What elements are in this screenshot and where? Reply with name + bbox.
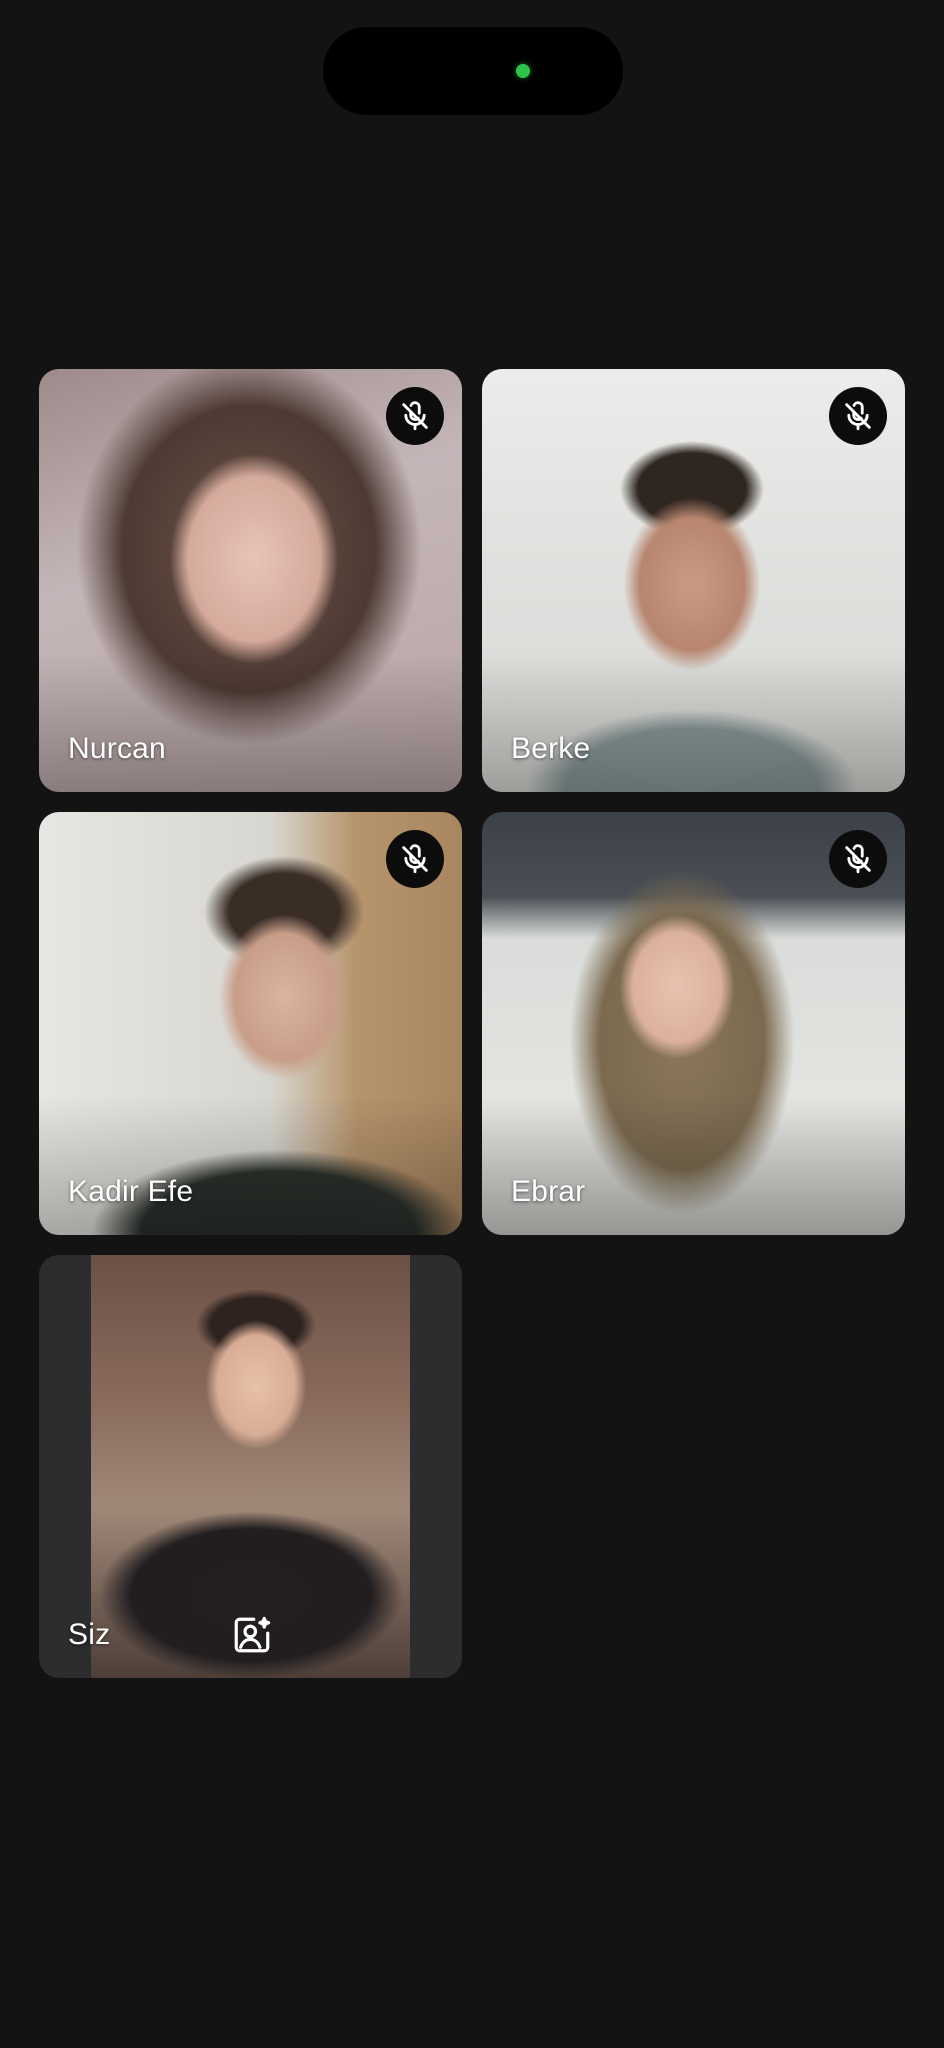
mic-off-icon bbox=[829, 387, 887, 445]
camera-indicator-dot bbox=[516, 64, 530, 78]
dynamic-island bbox=[323, 27, 623, 115]
participant-name: Kadir Efe bbox=[68, 1175, 194, 1208]
mic-off-icon bbox=[829, 830, 887, 888]
participant-tile-ebrar[interactable]: Ebrar bbox=[482, 812, 905, 1235]
mic-off-icon bbox=[386, 830, 444, 888]
portrait-effects-icon[interactable] bbox=[231, 1614, 273, 1656]
participant-tile-kadir-efe[interactable]: Kadir Efe bbox=[39, 812, 462, 1235]
self-view-tile[interactable]: Siz bbox=[39, 1255, 462, 1678]
participant-name: Ebrar bbox=[511, 1175, 586, 1208]
self-name: Siz bbox=[68, 1618, 111, 1651]
participant-tile-nurcan[interactable]: Nurcan bbox=[39, 369, 462, 792]
participant-tile-berke[interactable]: Berke bbox=[482, 369, 905, 792]
participant-name: Berke bbox=[511, 732, 591, 765]
participant-name: Nurcan bbox=[68, 732, 166, 765]
mic-off-icon bbox=[386, 387, 444, 445]
